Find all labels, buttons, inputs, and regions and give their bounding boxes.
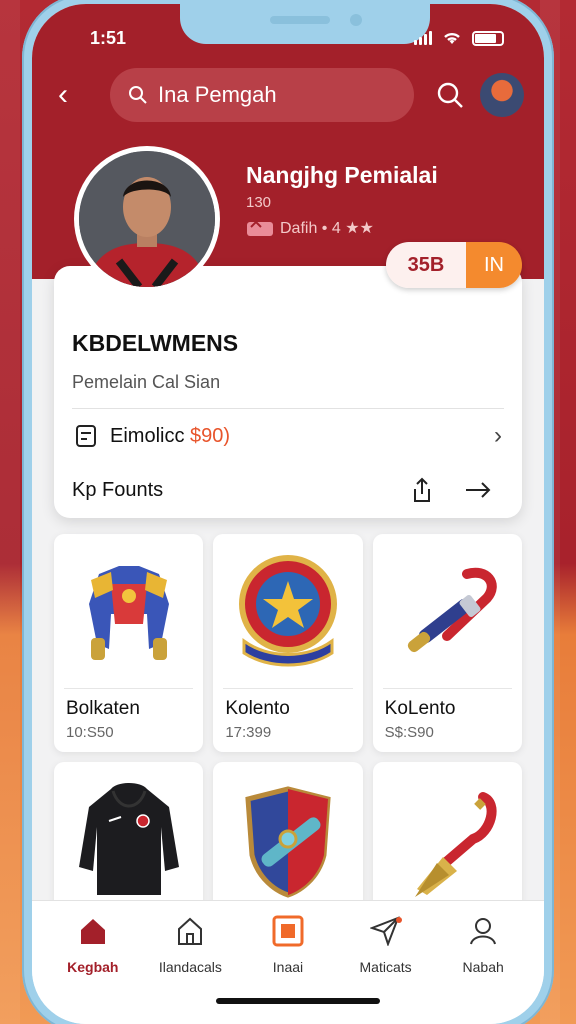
divider bbox=[64, 688, 194, 689]
card-icon bbox=[247, 220, 273, 236]
nav-label: Maticats bbox=[359, 959, 412, 975]
nav-item-center[interactable]: Inaai bbox=[239, 913, 337, 1024]
nav-label: Ilandacals bbox=[158, 959, 222, 975]
rating-text: Dafih • 4 ★★ bbox=[280, 220, 374, 237]
search-field[interactable]: Ina Pemgah bbox=[110, 68, 414, 122]
nav-item-messages[interactable]: Maticats bbox=[337, 913, 435, 1024]
product-card[interactable]: KoLento S$:S90 bbox=[372, 534, 522, 752]
follow-pill[interactable]: 35B IN bbox=[386, 242, 522, 288]
shield-emblem-image bbox=[213, 544, 362, 684]
nav-item-profile[interactable]: Nabah bbox=[434, 913, 532, 1024]
hoodie-image bbox=[54, 772, 203, 912]
receipt-icon bbox=[72, 422, 100, 450]
share-icon[interactable] bbox=[408, 476, 436, 504]
chevron-right-icon: › bbox=[494, 422, 502, 449]
card-row-fonts[interactable]: Kp Founts bbox=[72, 470, 502, 510]
search-icon bbox=[129, 86, 147, 104]
product-grid: Bolkaten 10:S50 Kolento 17:399 KoLento S… bbox=[54, 534, 522, 962]
pill-action-button[interactable]: IN bbox=[466, 242, 522, 288]
bottom-nav: Kegbah Ilandacals Inaai Maticats Nabah bbox=[32, 900, 544, 1024]
home-icon bbox=[75, 913, 111, 949]
send-icon bbox=[368, 913, 404, 949]
product-card[interactable]: Kolento 17:399 bbox=[213, 534, 363, 752]
sword-image bbox=[373, 544, 522, 684]
product-card[interactable]: Bolkaten 10:S50 bbox=[54, 534, 204, 752]
home-indicator bbox=[216, 998, 380, 1004]
status-bar: 1:51 bbox=[90, 26, 504, 50]
wifi-icon bbox=[444, 32, 460, 44]
nav-item-home[interactable]: Kegbah bbox=[44, 913, 142, 1024]
signal-icon bbox=[414, 31, 432, 45]
player-portrait bbox=[79, 151, 215, 287]
nav-item-store[interactable]: Ilandacals bbox=[142, 913, 240, 1024]
search-icon bbox=[437, 82, 463, 108]
info-card: KBDELWMENS Pemelain Cal Sian Eimolicc $9… bbox=[54, 266, 522, 518]
card-row-price[interactable]: Eimolicc $90) › bbox=[72, 416, 502, 456]
product-price: S$:S90 bbox=[384, 724, 434, 741]
shield-image bbox=[213, 772, 362, 912]
product-price: 10:S50 bbox=[66, 724, 114, 741]
screen: 1:51 ‹ Ina Pemgah Nangjhg Pemialai 130 D… bbox=[32, 4, 544, 1024]
search-button[interactable] bbox=[432, 77, 468, 113]
phone-frame: 1:51 ‹ Ina Pemgah Nangjhg Pemialai 130 D… bbox=[22, 0, 554, 1024]
product-price: 17:399 bbox=[225, 724, 272, 741]
product-name: Kolento bbox=[225, 698, 290, 719]
row-label: Eimolicc $90) bbox=[110, 425, 494, 448]
store-icon bbox=[172, 913, 208, 949]
nav-label: Nabah bbox=[462, 959, 504, 975]
battery-icon bbox=[472, 30, 504, 46]
divider bbox=[223, 688, 353, 689]
nav-label: Kegbah bbox=[67, 959, 119, 975]
search-placeholder: Ina Pemgah bbox=[158, 82, 277, 107]
armor-image bbox=[54, 544, 203, 684]
row-price: $90) bbox=[190, 424, 231, 447]
profile-rating: Dafih • 4 ★★ bbox=[246, 218, 374, 238]
top-bar: ‹ Ina Pemgah bbox=[58, 64, 524, 126]
back-button[interactable]: ‹ bbox=[58, 78, 98, 112]
product-name: Bolkaten bbox=[66, 698, 140, 719]
profile-name: Nangjhg Pemialai bbox=[246, 162, 438, 188]
status-time: 1:51 bbox=[90, 27, 127, 48]
card-subtitle: Pemelain Cal Sian bbox=[72, 372, 221, 392]
row-label: Kp Founts bbox=[72, 478, 164, 501]
pill-value: 35B bbox=[386, 242, 466, 288]
profile-photo bbox=[74, 146, 220, 292]
nav-label: Inaai bbox=[272, 959, 304, 975]
card-title: KBDELWMENS bbox=[72, 330, 239, 356]
profile-subtitle: 130 bbox=[246, 194, 272, 211]
square-icon bbox=[270, 913, 306, 949]
dagger-image bbox=[373, 772, 522, 912]
divider bbox=[382, 688, 512, 689]
divider bbox=[72, 408, 504, 409]
product-name: KoLento bbox=[384, 698, 456, 719]
user-avatar[interactable] bbox=[480, 73, 524, 117]
user-icon bbox=[465, 913, 501, 949]
arrow-right-icon[interactable] bbox=[464, 476, 492, 504]
row-label-text: Eimolicc bbox=[110, 424, 185, 447]
